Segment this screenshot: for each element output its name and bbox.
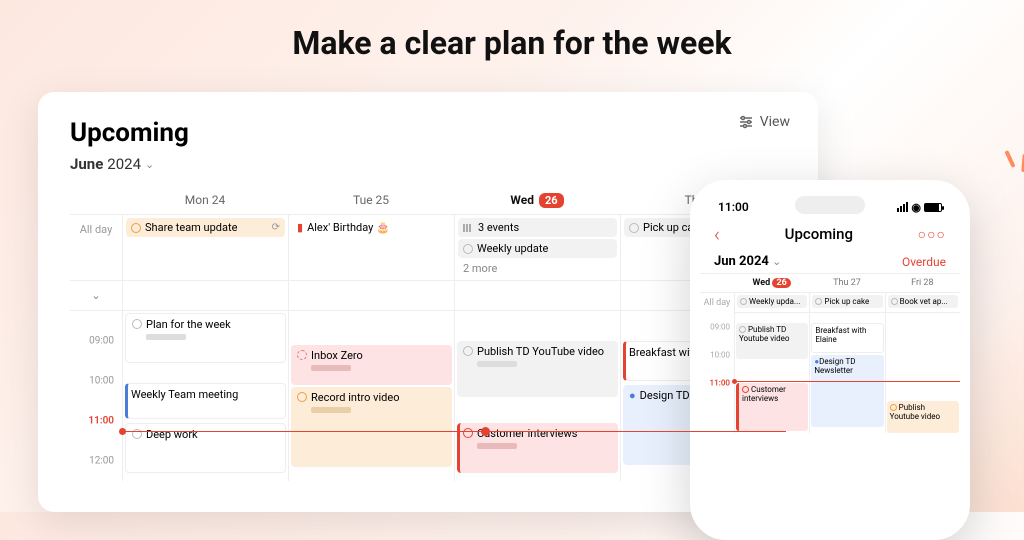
- battery-icon: [924, 203, 942, 212]
- mobile-day-fri[interactable]: Fri 28: [885, 274, 960, 293]
- mobile-event[interactable]: ●Design TD Newsletter: [811, 355, 883, 427]
- month-selector[interactable]: June 2024 ⌄: [70, 155, 154, 173]
- page-title: Upcoming: [70, 118, 786, 148]
- phone-notch: [795, 196, 865, 214]
- time-gutter: 09:00 10:00 11:00 12:00: [70, 311, 122, 481]
- allday-event[interactable]: Weekly update: [458, 239, 617, 258]
- event-block[interactable]: Weekly Team meeting: [125, 383, 286, 419]
- mobile-allday-event[interactable]: Weekly upda...: [737, 295, 807, 308]
- expand-allday[interactable]: ⌄: [70, 281, 122, 311]
- wifi-icon: ◉: [911, 201, 921, 214]
- mobile-calendar-window: 11:00 ◉ ‹ Upcoming ○○○ Jun 2024 ⌄ Overdu…: [690, 180, 970, 540]
- mobile-now-line: [734, 381, 960, 382]
- mobile-allday-label: All day: [700, 293, 734, 313]
- day-column-wed[interactable]: Publish TD YouTube video Customer interv…: [454, 311, 620, 481]
- mobile-allday-event[interactable]: Pick up cake: [812, 295, 882, 308]
- day-header-mon[interactable]: Mon 24: [122, 187, 288, 215]
- allday-events-summary[interactable]: 3 events: [458, 218, 617, 237]
- mobile-allday-event[interactable]: Book vet ap...: [888, 295, 958, 308]
- day-header-tue[interactable]: Tue 25: [288, 187, 454, 215]
- today-badge: 26: [539, 193, 564, 208]
- mobile-day-thu[interactable]: Thu 27: [809, 274, 884, 293]
- day-header-wed[interactable]: Wed 26: [454, 187, 620, 215]
- allday-label: All day: [70, 215, 122, 281]
- allday-event[interactable]: ▮Alex' Birthday 🎂: [292, 218, 451, 237]
- mobile-day-col-wed[interactable]: Publish TD Youtube video Customer interv…: [734, 313, 809, 433]
- day-column-tue[interactable]: Inbox Zero Record intro video: [288, 311, 454, 481]
- more-menu[interactable]: ○○○: [918, 226, 946, 243]
- event-block[interactable]: Record intro video: [291, 387, 452, 467]
- mobile-title: Upcoming: [785, 225, 853, 243]
- mobile-event[interactable]: Publish Youtube video: [887, 401, 959, 433]
- event-block[interactable]: Publish TD YouTube video: [457, 341, 618, 397]
- page-headline: Make a clear plan for the week: [0, 0, 1024, 80]
- mobile-event[interactable]: Breakfast with Elaine: [811, 323, 883, 353]
- mobile-day-col-thu[interactable]: Breakfast with Elaine ●Design TD Newslet…: [809, 313, 884, 433]
- back-button[interactable]: ‹: [714, 222, 720, 246]
- event-block[interactable]: Inbox Zero: [291, 345, 452, 385]
- mobile-event[interactable]: Publish TD Youtube video: [736, 323, 808, 359]
- signal-icon: [897, 202, 908, 212]
- event-block[interactable]: Plan for the week: [125, 313, 286, 363]
- overdue-link[interactable]: Overdue: [902, 255, 946, 269]
- recurring-icon: ⟳: [272, 222, 280, 233]
- mobile-day-wed[interactable]: Wed 26: [734, 274, 809, 293]
- more-events[interactable]: 2 more: [458, 260, 617, 277]
- mobile-month-selector[interactable]: Jun 2024 ⌄: [714, 254, 781, 269]
- sliders-icon: [738, 114, 754, 130]
- mobile-event[interactable]: Customer interviews: [736, 383, 808, 431]
- status-time: 11:00: [718, 200, 749, 214]
- view-button[interactable]: View: [738, 114, 790, 130]
- day-column-mon[interactable]: Plan for the week Weekly Team meeting De…: [122, 311, 288, 481]
- current-time-indicator: [122, 431, 786, 432]
- mobile-time-gutter: 09:00 10:00 11:00: [700, 313, 734, 433]
- allday-event[interactable]: Share team update⟳: [126, 218, 285, 237]
- mobile-day-col-fri[interactable]: Publish Youtube video: [885, 313, 960, 433]
- chevron-down-icon: ⌄: [145, 158, 154, 171]
